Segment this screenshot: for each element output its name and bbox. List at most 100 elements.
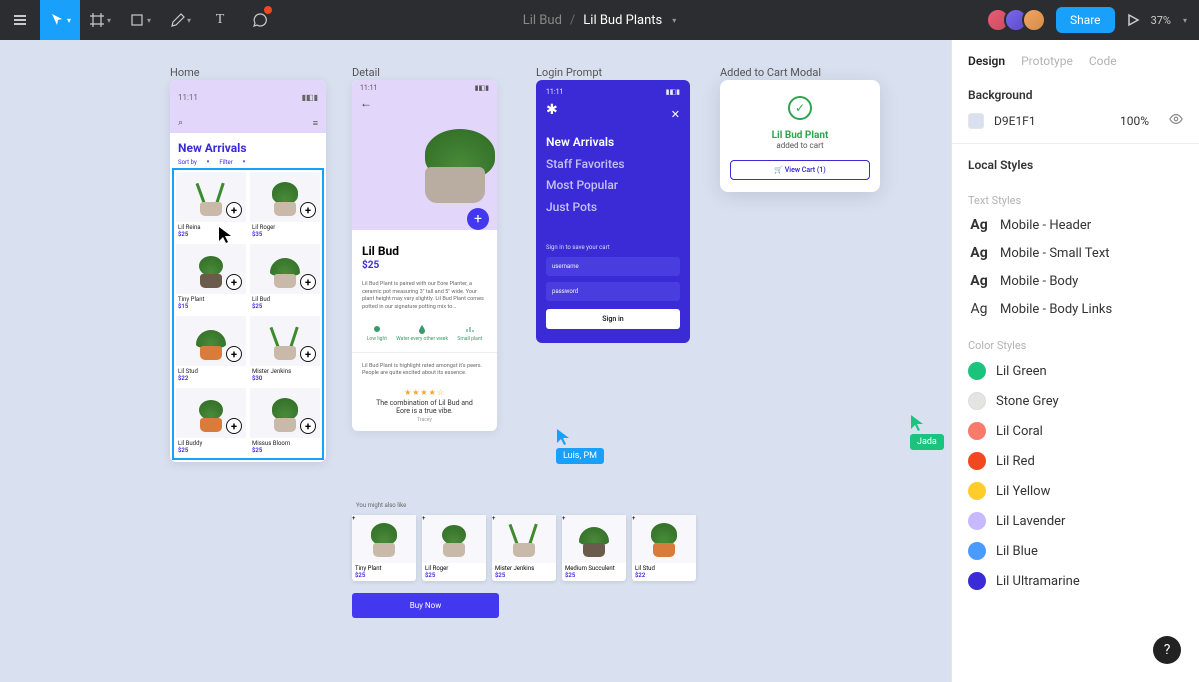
share-button[interactable]: Share	[1056, 7, 1115, 33]
username-input[interactable]: username	[546, 257, 680, 276]
logo-icon: ✱	[546, 102, 558, 118]
zoom-level[interactable]: 37%	[1151, 14, 1171, 27]
signin-button[interactable]: Sign in	[546, 309, 680, 329]
text-styles-heading: Text Styles	[952, 190, 1199, 211]
background-heading: Background	[968, 88, 1183, 102]
color-style-row[interactable]: Lil Lavender	[952, 506, 1199, 536]
help-button[interactable]: ?	[1153, 636, 1181, 664]
frame-label[interactable]: Home	[170, 66, 200, 79]
pen-tool[interactable]: ▾	[160, 0, 200, 40]
color-style-row[interactable]: Stone Grey	[952, 386, 1199, 416]
add-icon[interactable]: +	[226, 418, 242, 434]
breadcrumb[interactable]: Lil Bud / Lil Bud Plants ▾	[523, 13, 677, 28]
frame-login[interactable]: 11:11▮◧▮ ✱ ✕ New Arrivals Staff Favorite…	[536, 80, 690, 343]
search-icon: ⌕	[178, 118, 183, 129]
design-canvas[interactable]: Home 11:11▮◧▮ ⌕ ≡ New Arrivals Sort by▾ …	[0, 40, 950, 682]
chevron-down-icon[interactable]: ▾	[672, 16, 676, 25]
ymal-card[interactable]: +Lil Stud$22	[632, 515, 696, 581]
frame-detail[interactable]: 11:11▮◧▮ ← + Lil Bud $25 Lil Bud Plant i…	[352, 80, 497, 431]
back-icon[interactable]: ←	[352, 96, 497, 110]
inspector-panel: Design Prototype Code Background D9E1F1 …	[951, 40, 1199, 682]
frame-home[interactable]: 11:11▮◧▮ ⌕ ≡ New Arrivals Sort by▾ Filte…	[170, 80, 326, 462]
opacity-value[interactable]: 100%	[1120, 114, 1149, 128]
tab-code[interactable]: Code	[1089, 54, 1117, 68]
buy-now-button[interactable]: Buy Now	[352, 593, 499, 618]
color-styles-heading: Color Styles	[952, 335, 1199, 356]
color-hex[interactable]: D9E1F1	[994, 114, 1036, 128]
breadcrumb-parent[interactable]: Lil Bud	[523, 13, 562, 28]
color-dot	[968, 422, 986, 440]
product-card[interactable]: +Lil Reina$25	[176, 172, 246, 240]
product-card[interactable]: +Lil Buddy$25	[176, 388, 246, 456]
product-card[interactable]: +Mister Jenkins$30	[250, 316, 320, 384]
color-dot	[968, 512, 986, 530]
product-card[interactable]: +Lil Roger$35	[250, 172, 320, 240]
password-input[interactable]: password	[546, 282, 680, 301]
text-style-row[interactable]: AgMobile - Body	[952, 267, 1199, 295]
shape-tool[interactable]: ▾	[120, 0, 160, 40]
top-toolbar: ▾ ▾ ▾ ▾ T Lil Bud / Lil Bud Plants ▾	[0, 0, 1199, 40]
color-style-row[interactable]: Lil Ultramarine	[952, 566, 1199, 596]
add-icon[interactable]: +	[226, 346, 242, 362]
avatar[interactable]	[1022, 8, 1046, 32]
cart-icon: 🛒	[774, 166, 784, 174]
ymal-card[interactable]: +Medium Succulent$25	[562, 515, 626, 581]
present-button[interactable]	[1125, 0, 1141, 40]
add-icon[interactable]: +	[300, 274, 316, 290]
product-card[interactable]: +Lil Stud$22	[176, 316, 246, 384]
sort-dropdown[interactable]: Sort by	[178, 159, 197, 166]
menu-button[interactable]	[0, 0, 40, 40]
frame-label[interactable]: Login Prompt	[536, 66, 602, 79]
color-swatch[interactable]	[968, 113, 984, 129]
product-card[interactable]: +Missus Bloom$25	[250, 388, 320, 456]
notification-dot	[264, 6, 272, 14]
color-style-row[interactable]: Lil Red	[952, 446, 1199, 476]
check-icon: ✓	[788, 96, 812, 120]
text-style-row[interactable]: AgMobile - Header	[952, 211, 1199, 239]
ymal-card[interactable]: +Lil Roger$25	[422, 515, 486, 581]
tab-prototype[interactable]: Prototype	[1021, 54, 1073, 68]
collaborator-avatars[interactable]	[992, 8, 1046, 32]
add-icon[interactable]: +	[300, 202, 316, 218]
visibility-icon[interactable]	[1169, 112, 1183, 129]
color-dot	[968, 392, 986, 410]
add-icon[interactable]: +	[300, 346, 316, 362]
frame-label[interactable]: Added to Cart Modal	[720, 66, 821, 79]
add-fab[interactable]: +	[467, 208, 489, 230]
color-dot	[968, 482, 986, 500]
comment-tool[interactable]	[240, 0, 280, 40]
toolbar-right: Share 37% ▾	[992, 0, 1199, 40]
product-card[interactable]: +Tiny Plant$15	[176, 244, 246, 312]
text-style-row[interactable]: AgMobile - Small Text	[952, 239, 1199, 267]
add-icon[interactable]: +	[300, 418, 316, 434]
color-style-row[interactable]: Lil Blue	[952, 536, 1199, 566]
product-image: +	[352, 110, 497, 220]
add-icon[interactable]: +	[226, 202, 242, 218]
product-card[interactable]: +Lil Bud$25	[250, 244, 320, 312]
chevron-down-icon[interactable]: ▾	[1183, 16, 1187, 25]
inspector-tabs: Design Prototype Code	[952, 40, 1199, 80]
color-style-row[interactable]: Lil Green	[952, 356, 1199, 386]
product-grid[interactable]: +Lil Reina$25 +Lil Roger$35 +Tiny Plant$…	[174, 170, 322, 458]
section-heading: New Arrivals	[170, 133, 326, 159]
color-style-row[interactable]: Lil Coral	[952, 416, 1199, 446]
add-icon[interactable]: +	[226, 274, 242, 290]
breadcrumb-current[interactable]: Lil Bud Plants	[583, 13, 662, 28]
filter-dropdown[interactable]: Filter	[219, 159, 232, 166]
frame-modal[interactable]: ✓ Lil Bud Plant added to cart 🛒 View Car…	[720, 80, 880, 192]
text-tool[interactable]: T	[200, 0, 240, 40]
color-style-row[interactable]: Lil Yellow	[952, 476, 1199, 506]
tab-design[interactable]: Design	[968, 54, 1005, 68]
nav-links: New Arrivals Staff Favorites Most Popula…	[546, 132, 680, 218]
toolbar-tools: ▾ ▾ ▾ ▾ T	[0, 0, 280, 40]
move-tool[interactable]: ▾	[40, 0, 80, 40]
view-cart-button[interactable]: 🛒 View Cart (1)	[730, 160, 870, 180]
close-icon[interactable]: ✕	[671, 108, 680, 121]
detail-bottom-section[interactable]: You might also like +Tiny Plant$25 +Lil …	[352, 502, 702, 618]
remote-cursor-luis: Luis, PM	[556, 428, 604, 464]
ymal-card[interactable]: +Mister Jenkins$25	[492, 515, 556, 581]
ymal-card[interactable]: +Tiny Plant$25	[352, 515, 416, 581]
frame-label[interactable]: Detail	[352, 66, 380, 79]
frame-tool[interactable]: ▾	[80, 0, 120, 40]
text-style-row[interactable]: AgMobile - Body Links	[952, 295, 1199, 323]
